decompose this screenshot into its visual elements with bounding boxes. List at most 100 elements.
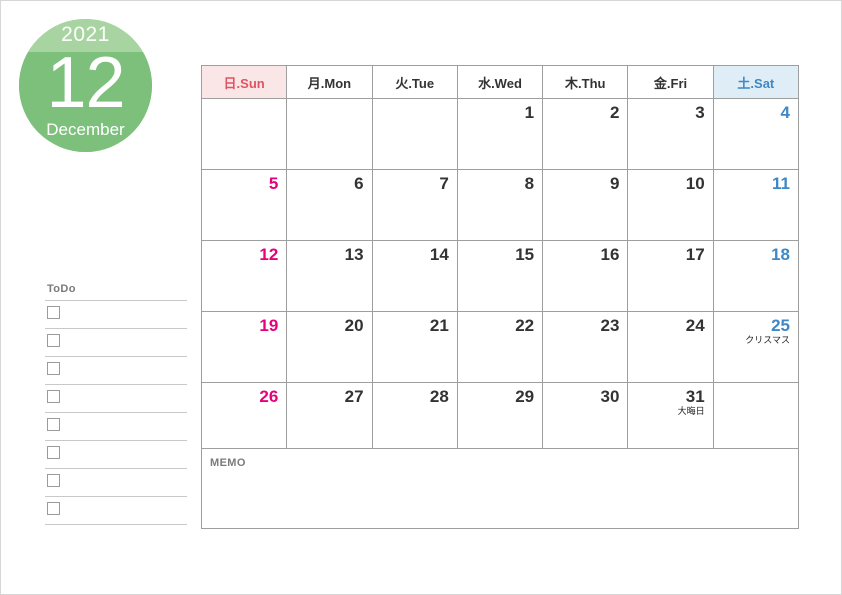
todo-row[interactable] <box>45 441 187 469</box>
calendar-header-label: 土.Sat <box>737 75 775 91</box>
calendar-header-cell: 土.Sat <box>712 65 800 99</box>
calendar-header-label: 日.Sun <box>223 75 265 91</box>
calendar-day-cell[interactable]: 31 大晦日 <box>627 382 714 454</box>
day-number: 20 <box>344 316 364 335</box>
calendar-day-cell[interactable]: 23 <box>542 311 629 383</box>
day-number: 6 <box>354 174 364 193</box>
day-number: 14 <box>429 245 449 264</box>
todo-checkbox-icon[interactable] <box>47 334 60 347</box>
badge-month-name: December <box>46 120 125 139</box>
day-number: 1 <box>524 103 535 122</box>
calendar-day-cell[interactable] <box>712 382 800 454</box>
calendar-day-cell[interactable]: 25 クリスマス <box>712 311 800 383</box>
day-number: 10 <box>685 174 705 193</box>
calendar-day-cell[interactable]: 21 <box>371 311 458 383</box>
calendar-day-cell[interactable]: 28 <box>371 382 458 454</box>
calendar-header-label: 金.Fri <box>653 75 688 91</box>
calendar-day-cell[interactable] <box>200 98 288 170</box>
day-number: 8 <box>524 174 535 193</box>
memo-box[interactable]: MEMO <box>201 448 799 529</box>
todo-checkbox-icon[interactable] <box>47 446 60 459</box>
todo-row[interactable] <box>45 357 187 385</box>
calendar-day-cell[interactable]: 12 <box>200 240 288 312</box>
todo-checkbox-icon[interactable] <box>47 390 60 403</box>
todo-checkbox-icon[interactable] <box>47 362 60 375</box>
calendar-day-cell[interactable]: 9 <box>542 169 629 241</box>
month-badge: 2021 12 December <box>19 19 152 152</box>
day-number: 27 <box>344 387 364 406</box>
day-number: 5 <box>268 174 279 193</box>
calendar-week-row: 26 27 28 29 30 31 大晦日 <box>200 382 800 454</box>
day-number: 31 <box>685 387 705 406</box>
calendar-week-row: 12 13 14 15 16 17 18 <box>200 240 800 312</box>
calendar-day-cell[interactable]: 27 <box>286 382 373 454</box>
day-number: 12 <box>259 245 279 264</box>
calendar-day-cell[interactable]: 1 <box>456 98 544 170</box>
calendar-page: 2021 12 December ToDo 日.Sun 月.Mon 火.Tue 水.W… <box>0 0 842 595</box>
calendar-day-cell[interactable]: 26 <box>200 382 288 454</box>
todo-checkbox-icon[interactable] <box>47 502 60 515</box>
todo-checkbox-icon[interactable] <box>47 418 60 431</box>
calendar-header-row: 日.Sun 月.Mon 火.Tue 水.Wed 木.Thu 金.Fri 土.Sat <box>200 65 800 99</box>
day-number: 15 <box>515 245 535 264</box>
day-number: 7 <box>439 174 449 193</box>
todo-row[interactable] <box>45 385 187 413</box>
todo-checkbox-icon[interactable] <box>47 474 60 487</box>
calendar-day-cell[interactable]: 18 <box>712 240 800 312</box>
day-number: 19 <box>259 316 279 335</box>
calendar-day-cell[interactable]: 30 <box>542 382 629 454</box>
calendar-day-cell[interactable]: 4 <box>712 98 800 170</box>
todo-checkbox-icon[interactable] <box>47 306 60 319</box>
todo-rows <box>45 301 187 525</box>
calendar-day-cell[interactable]: 3 <box>627 98 714 170</box>
day-number: 4 <box>780 103 790 122</box>
calendar-header-label: 水.Wed <box>478 75 522 91</box>
day-event-label: クリスマス <box>745 336 790 346</box>
day-number: 9 <box>609 174 620 193</box>
calendar-week-row: 1 2 3 4 <box>200 98 800 170</box>
day-number: 23 <box>600 316 620 335</box>
calendar-day-cell[interactable]: 22 <box>456 311 544 383</box>
calendar-day-cell[interactable]: 11 <box>712 169 800 241</box>
calendar-header-cell: 木.Thu <box>542 65 629 99</box>
calendar-day-cell[interactable]: 16 <box>542 240 629 312</box>
calendar-day-cell[interactable] <box>371 98 458 170</box>
day-number: 13 <box>344 245 364 264</box>
calendar-day-cell[interactable]: 14 <box>371 240 458 312</box>
day-number <box>202 99 286 103</box>
calendar-header-cell: 水.Wed <box>456 65 544 99</box>
todo-title: ToDo <box>47 283 76 295</box>
todo-row[interactable] <box>45 329 187 357</box>
calendar-day-cell[interactable]: 24 <box>627 311 714 383</box>
day-number: 2 <box>609 103 620 122</box>
todo-row[interactable] <box>45 469 187 497</box>
todo-row[interactable] <box>45 301 187 329</box>
calendar-header-label: 月.Mon <box>307 75 352 91</box>
calendar-day-cell[interactable]: 6 <box>286 169 373 241</box>
calendar-day-cell[interactable]: 29 <box>456 382 544 454</box>
calendar-day-cell[interactable]: 19 <box>200 311 288 383</box>
calendar-day-cell[interactable]: 17 <box>627 240 714 312</box>
day-number: 22 <box>515 316 535 335</box>
calendar-day-cell[interactable]: 10 <box>627 169 714 241</box>
day-number <box>714 383 798 387</box>
calendar-day-cell[interactable]: 7 <box>371 169 458 241</box>
calendar-day-cell[interactable] <box>286 98 373 170</box>
calendar-day-cell[interactable]: 5 <box>200 169 288 241</box>
calendar-day-cell[interactable]: 13 <box>286 240 373 312</box>
calendar-day-cell[interactable]: 8 <box>456 169 544 241</box>
todo-row[interactable] <box>45 497 187 525</box>
todo-row[interactable] <box>45 413 187 441</box>
day-number <box>287 99 371 103</box>
calendar-header-cell: 金.Fri <box>627 65 714 99</box>
calendar-table: 日.Sun 月.Mon 火.Tue 水.Wed 木.Thu 金.Fri 土.Sat 1234… <box>200 65 800 454</box>
day-number: 29 <box>515 387 535 406</box>
day-number: 26 <box>259 387 279 406</box>
calendar-body: 1 2 3 4 5 6 7 8 9 10 11 12 13 14 15 16 17 18 19 20 21 22 23 24 2… <box>200 98 800 454</box>
day-number: 3 <box>695 103 705 122</box>
calendar-header-cell: 日.Sun <box>200 65 288 99</box>
day-event-label: 大晦日 <box>677 407 705 417</box>
calendar-day-cell[interactable]: 15 <box>456 240 544 312</box>
calendar-day-cell[interactable]: 2 <box>542 98 629 170</box>
calendar-day-cell[interactable]: 20 <box>286 311 373 383</box>
